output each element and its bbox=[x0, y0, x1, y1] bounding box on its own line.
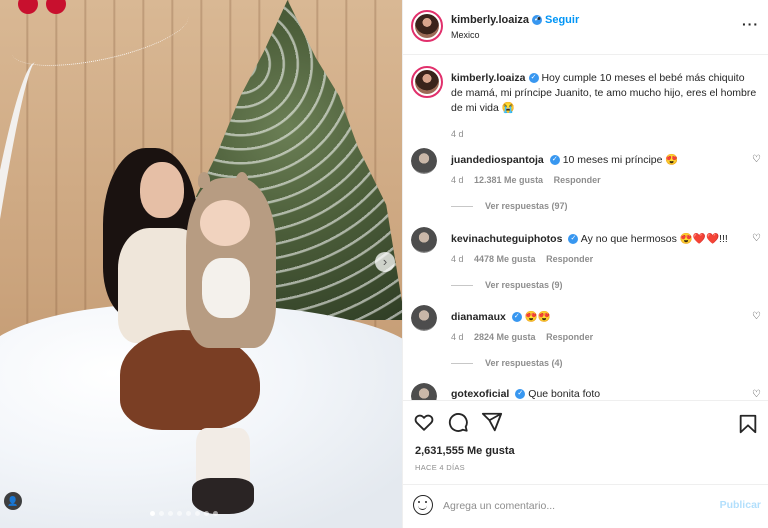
follow-button[interactable]: Seguir bbox=[545, 14, 579, 26]
comment-username[interactable]: juandediospantoja bbox=[451, 154, 544, 166]
share-icon[interactable] bbox=[481, 411, 503, 433]
reply-button[interactable]: Responder bbox=[554, 175, 601, 185]
comment-body: 😍😍 bbox=[524, 311, 551, 323]
likes-count[interactable]: 2,631,555 Me gusta bbox=[415, 445, 515, 457]
next-photo-arrow-icon[interactable]: › bbox=[375, 252, 395, 272]
verified-icon: ✓ bbox=[515, 389, 526, 400]
publish-button[interactable]: Publicar bbox=[720, 499, 761, 511]
comment-likes[interactable]: 2824 Me gusta bbox=[474, 332, 536, 342]
baby-hood-ear bbox=[198, 172, 210, 188]
carousel-dot bbox=[159, 511, 164, 516]
verified-icon: ✓ bbox=[528, 73, 539, 84]
carousel-dot bbox=[150, 511, 155, 516]
comment-username[interactable]: kevinachuteguiphotos bbox=[451, 233, 562, 245]
reply-button[interactable]: Responder bbox=[546, 254, 593, 264]
comment-like-icon[interactable]: ♡ bbox=[752, 154, 761, 165]
boot-sole bbox=[192, 478, 254, 514]
baby-hood-ear bbox=[236, 172, 248, 188]
reply-button[interactable]: Responder bbox=[546, 332, 593, 342]
caption-time[interactable]: 4 d bbox=[451, 129, 464, 139]
avatar[interactable] bbox=[411, 148, 437, 174]
carousel-dot bbox=[186, 511, 191, 516]
verified-icon: ✓ bbox=[568, 234, 579, 245]
comment-text: gotexoficial ✓ Que bonita foto bbox=[451, 388, 741, 400]
author-username[interactable]: kimberly.loaiza ✓ bbox=[451, 14, 543, 26]
avatar[interactable] bbox=[411, 383, 437, 400]
view-replies-button[interactable]: Ver respuestas (97) bbox=[451, 201, 568, 211]
comment-input[interactable] bbox=[443, 497, 703, 515]
comment-likes[interactable]: 4478 Me gusta bbox=[474, 254, 536, 264]
view-replies-button[interactable]: Ver respuestas (4) bbox=[451, 358, 563, 368]
baby-belly bbox=[202, 258, 250, 318]
comment-time[interactable]: 4 d bbox=[451, 254, 464, 264]
comment-body: Que bonita foto bbox=[528, 388, 601, 400]
carousel-dot bbox=[204, 511, 209, 516]
comment-time[interactable]: 4 d bbox=[451, 175, 464, 185]
comment-text: juandediospantoja ✓ 10 meses mi príncipe … bbox=[451, 153, 741, 166]
avatar[interactable] bbox=[411, 305, 437, 331]
author-username-text[interactable]: kimberly.loaiza bbox=[451, 14, 529, 26]
post-actions: 2,631,555 Me gusta HACE 4 DÍAS bbox=[403, 400, 768, 484]
post-date[interactable]: HACE 4 DÍAS bbox=[415, 463, 465, 472]
avatar[interactable] bbox=[411, 10, 443, 42]
carousel-dot bbox=[213, 511, 218, 516]
avatar[interactable] bbox=[411, 66, 443, 98]
comment-time[interactable]: 4 d bbox=[451, 332, 464, 342]
comment-body: Ay no que hermosos 😍❤️❤️!!! bbox=[580, 233, 728, 245]
view-replies-button[interactable]: Ver respuestas (9) bbox=[451, 280, 563, 290]
user-tag-icon[interactable]: 👤 bbox=[4, 492, 22, 510]
comment-text: kevinachuteguiphotos ✓ Ay no que hermosos… bbox=[451, 232, 741, 245]
more-options-icon[interactable]: ··· bbox=[742, 16, 759, 32]
comment-like-icon[interactable]: ♡ bbox=[752, 233, 761, 244]
carousel-dot bbox=[168, 511, 173, 516]
post-photo[interactable]: › 👤 bbox=[0, 0, 402, 528]
verified-icon: ✓ bbox=[549, 155, 560, 166]
carousel-dots bbox=[150, 511, 218, 516]
caption-text: kimberly.loaiza ✓ Hoy cumple 10 meses el … bbox=[451, 71, 759, 116]
comment-meta: 4 d 2824 Me gusta Responder bbox=[451, 332, 601, 342]
comment-text: dianamaux ✓ 😍😍 bbox=[451, 310, 741, 323]
bookmark-icon[interactable] bbox=[737, 413, 759, 435]
comment-meta: 4 d 4478 Me gusta Responder bbox=[451, 254, 601, 264]
verified-icon: ✓ bbox=[511, 312, 522, 323]
post-side-panel: kimberly.loaiza ✓ • Seguir Mexico ··· kim… bbox=[402, 0, 768, 528]
carousel-dot bbox=[177, 511, 182, 516]
comment-body: 10 meses mi príncipe 😍 bbox=[562, 154, 679, 166]
carousel-dot bbox=[195, 511, 200, 516]
emoji-icon[interactable] bbox=[413, 495, 433, 515]
heart-icon[interactable] bbox=[413, 411, 435, 433]
separator-dot: • bbox=[537, 13, 541, 25]
baby-face bbox=[200, 200, 250, 246]
location-link[interactable]: Mexico bbox=[451, 30, 480, 40]
comment-username[interactable]: dianamaux bbox=[451, 311, 506, 323]
comments-list[interactable]: kimberly.loaiza ✓ Hoy cumple 10 meses el … bbox=[403, 56, 768, 400]
comment-like-icon[interactable]: ♡ bbox=[752, 311, 761, 322]
post-header: kimberly.loaiza ✓ • Seguir Mexico ··· bbox=[403, 0, 768, 55]
woman-face bbox=[140, 162, 184, 218]
avatar[interactable] bbox=[411, 227, 437, 253]
action-icons bbox=[413, 411, 503, 433]
caption-username[interactable]: kimberly.loaiza bbox=[451, 72, 526, 84]
comment-icon[interactable] bbox=[447, 411, 469, 433]
comment-like-icon[interactable]: ♡ bbox=[752, 389, 761, 400]
comment-composer: Publicar bbox=[403, 484, 768, 528]
comment-meta: 4 d 12.381 Me gusta Responder bbox=[451, 175, 609, 185]
comment-username[interactable]: gotexoficial bbox=[451, 388, 509, 400]
comment-likes[interactable]: 12.381 Me gusta bbox=[474, 175, 543, 185]
